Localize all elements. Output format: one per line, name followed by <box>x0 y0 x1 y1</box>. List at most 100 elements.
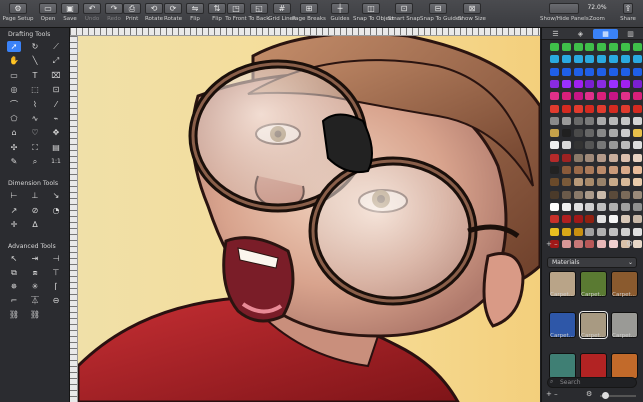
color-swatch[interactable] <box>550 153 559 162</box>
color-swatch[interactable] <box>561 239 571 248</box>
dimension-leader-icon[interactable]: ↗ <box>7 205 21 216</box>
dimension-radius-icon[interactable]: ◔ <box>49 205 63 216</box>
color-swatch[interactable] <box>561 153 571 162</box>
color-swatch[interactable] <box>609 79 618 88</box>
horizontal-ruler[interactable] <box>70 28 540 36</box>
color-swatch[interactable] <box>550 43 559 51</box>
color-swatch[interactable] <box>597 227 607 236</box>
color-swatch[interactable] <box>573 43 583 51</box>
zoom-control[interactable]: 72.0% Zoom <box>584 2 610 26</box>
color-swatch[interactable] <box>632 166 642 174</box>
color-swatch[interactable] <box>550 141 559 150</box>
pointer-tool-icon[interactable]: ➚ <box>7 41 21 52</box>
vertical-ruler[interactable] <box>70 36 78 402</box>
materials-search-input[interactable]: Search <box>547 377 637 388</box>
color-swatch[interactable] <box>620 227 630 236</box>
corner-icon[interactable]: ⌈ <box>49 281 63 292</box>
color-swatch[interactable] <box>550 67 559 76</box>
toolbar-show-size-button[interactable]: ⊠ Show Size <box>454 2 490 26</box>
color-swatch[interactable] <box>597 239 607 248</box>
hand-tool-icon[interactable]: ✋ <box>7 55 21 66</box>
dimension-vertical-icon[interactable]: ⊥ <box>28 190 42 201</box>
color-swatch[interactable] <box>585 55 595 64</box>
color-swatch[interactable] <box>597 55 607 64</box>
color-swatch[interactable] <box>585 92 595 101</box>
color-swatch[interactable] <box>632 92 642 101</box>
color-swatch[interactable] <box>597 104 607 113</box>
color-swatch[interactable] <box>561 92 571 101</box>
color-swatch[interactable] <box>585 190 595 199</box>
fillet-icon[interactable]: ⌐ <box>7 295 21 306</box>
actual-size-icon[interactable]: 1:1 <box>49 156 63 167</box>
color-swatch[interactable] <box>585 166 595 174</box>
swatch-gear-icon[interactable]: ⚙ <box>626 239 633 248</box>
color-swatch[interactable] <box>609 215 618 224</box>
color-swatch[interactable] <box>597 202 607 211</box>
sliders-icon[interactable]: ☰ <box>543 29 568 39</box>
color-swatch[interactable] <box>632 215 642 224</box>
circle-tool-icon[interactable]: ◎ <box>7 84 21 95</box>
rounded-rect-icon[interactable]: ⬚ <box>28 84 42 95</box>
dimension-horizontal-icon[interactable]: ⊢ <box>7 190 21 201</box>
dimension-diameter-icon[interactable]: ⊘ <box>28 205 42 216</box>
color-swatch[interactable] <box>620 166 630 174</box>
material-gear-icon[interactable]: ⚙ <box>586 390 592 398</box>
color-swatch[interactable] <box>573 55 583 64</box>
stamp-tool-icon[interactable]: ⛶ <box>28 142 42 153</box>
color-swatch[interactable] <box>550 178 559 187</box>
color-swatch[interactable] <box>561 166 571 174</box>
text-box-icon[interactable]: ⌧ <box>49 70 63 81</box>
color-swatch[interactable] <box>585 43 595 51</box>
color-swatch[interactable] <box>585 227 595 236</box>
color-swatch[interactable] <box>550 215 559 224</box>
layers-icon[interactable]: ◈ <box>568 29 593 39</box>
color-swatch[interactable] <box>632 202 642 211</box>
color-swatch[interactable] <box>561 67 571 76</box>
drawing-canvas[interactable] <box>78 36 540 402</box>
eyedropper-icon[interactable]: ✎ <box>7 156 21 167</box>
color-swatch[interactable] <box>597 129 607 138</box>
color-swatch[interactable] <box>561 215 571 224</box>
color-swatch[interactable] <box>561 227 571 236</box>
color-swatch[interactable] <box>609 129 618 138</box>
color-swatch[interactable] <box>620 104 630 113</box>
color-swatch[interactable] <box>573 190 583 199</box>
color-swatch[interactable] <box>573 92 583 101</box>
color-swatch[interactable] <box>597 116 607 125</box>
dimension-angled-icon[interactable]: ↘ <box>49 190 63 201</box>
subtract-icon[interactable]: ⊖ <box>49 295 63 306</box>
color-swatch[interactable] <box>585 67 595 76</box>
color-swatch[interactable] <box>620 55 630 64</box>
bezier-tool-icon[interactable]: ∿ <box>28 113 42 124</box>
color-swatch[interactable] <box>609 153 618 162</box>
color-swatch[interactable] <box>620 92 630 101</box>
color-swatch[interactable] <box>561 79 571 88</box>
color-swatch[interactable] <box>573 166 583 174</box>
color-swatch[interactable] <box>632 190 642 199</box>
color-swatch[interactable] <box>609 141 618 150</box>
frame-tool-icon[interactable]: ⊡ <box>49 84 63 95</box>
color-swatch[interactable] <box>585 79 595 88</box>
dimension-center-icon[interactable]: ✛ <box>7 219 21 230</box>
freehand-tool-icon[interactable]: ⌁ <box>49 113 63 124</box>
color-swatch[interactable] <box>620 141 630 150</box>
color-swatch[interactable] <box>620 67 630 76</box>
color-swatch[interactable] <box>620 178 630 187</box>
transform-tool-icon[interactable]: ✥ <box>49 127 63 138</box>
toolbar-snap-to-guides-button[interactable]: ⊟ Snap To Guides <box>420 2 462 26</box>
zoom-tool-icon[interactable]: ⌕ <box>28 156 42 167</box>
color-swatch[interactable] <box>597 153 607 162</box>
share-button[interactable]: ⇪ Share <box>615 2 641 26</box>
color-swatch[interactable] <box>561 55 571 64</box>
color-swatch[interactable] <box>597 215 607 224</box>
color-swatch[interactable] <box>609 43 618 51</box>
add-material-icon[interactable]: + – <box>546 390 558 398</box>
material-tile[interactable] <box>549 353 576 379</box>
color-swatch[interactable] <box>573 67 583 76</box>
color-swatch[interactable] <box>620 202 630 211</box>
color-swatch[interactable] <box>561 202 571 211</box>
color-swatch[interactable] <box>550 104 559 113</box>
color-swatch[interactable] <box>609 239 618 248</box>
color-swatch[interactable] <box>550 92 559 101</box>
color-swatch[interactable] <box>620 43 630 51</box>
